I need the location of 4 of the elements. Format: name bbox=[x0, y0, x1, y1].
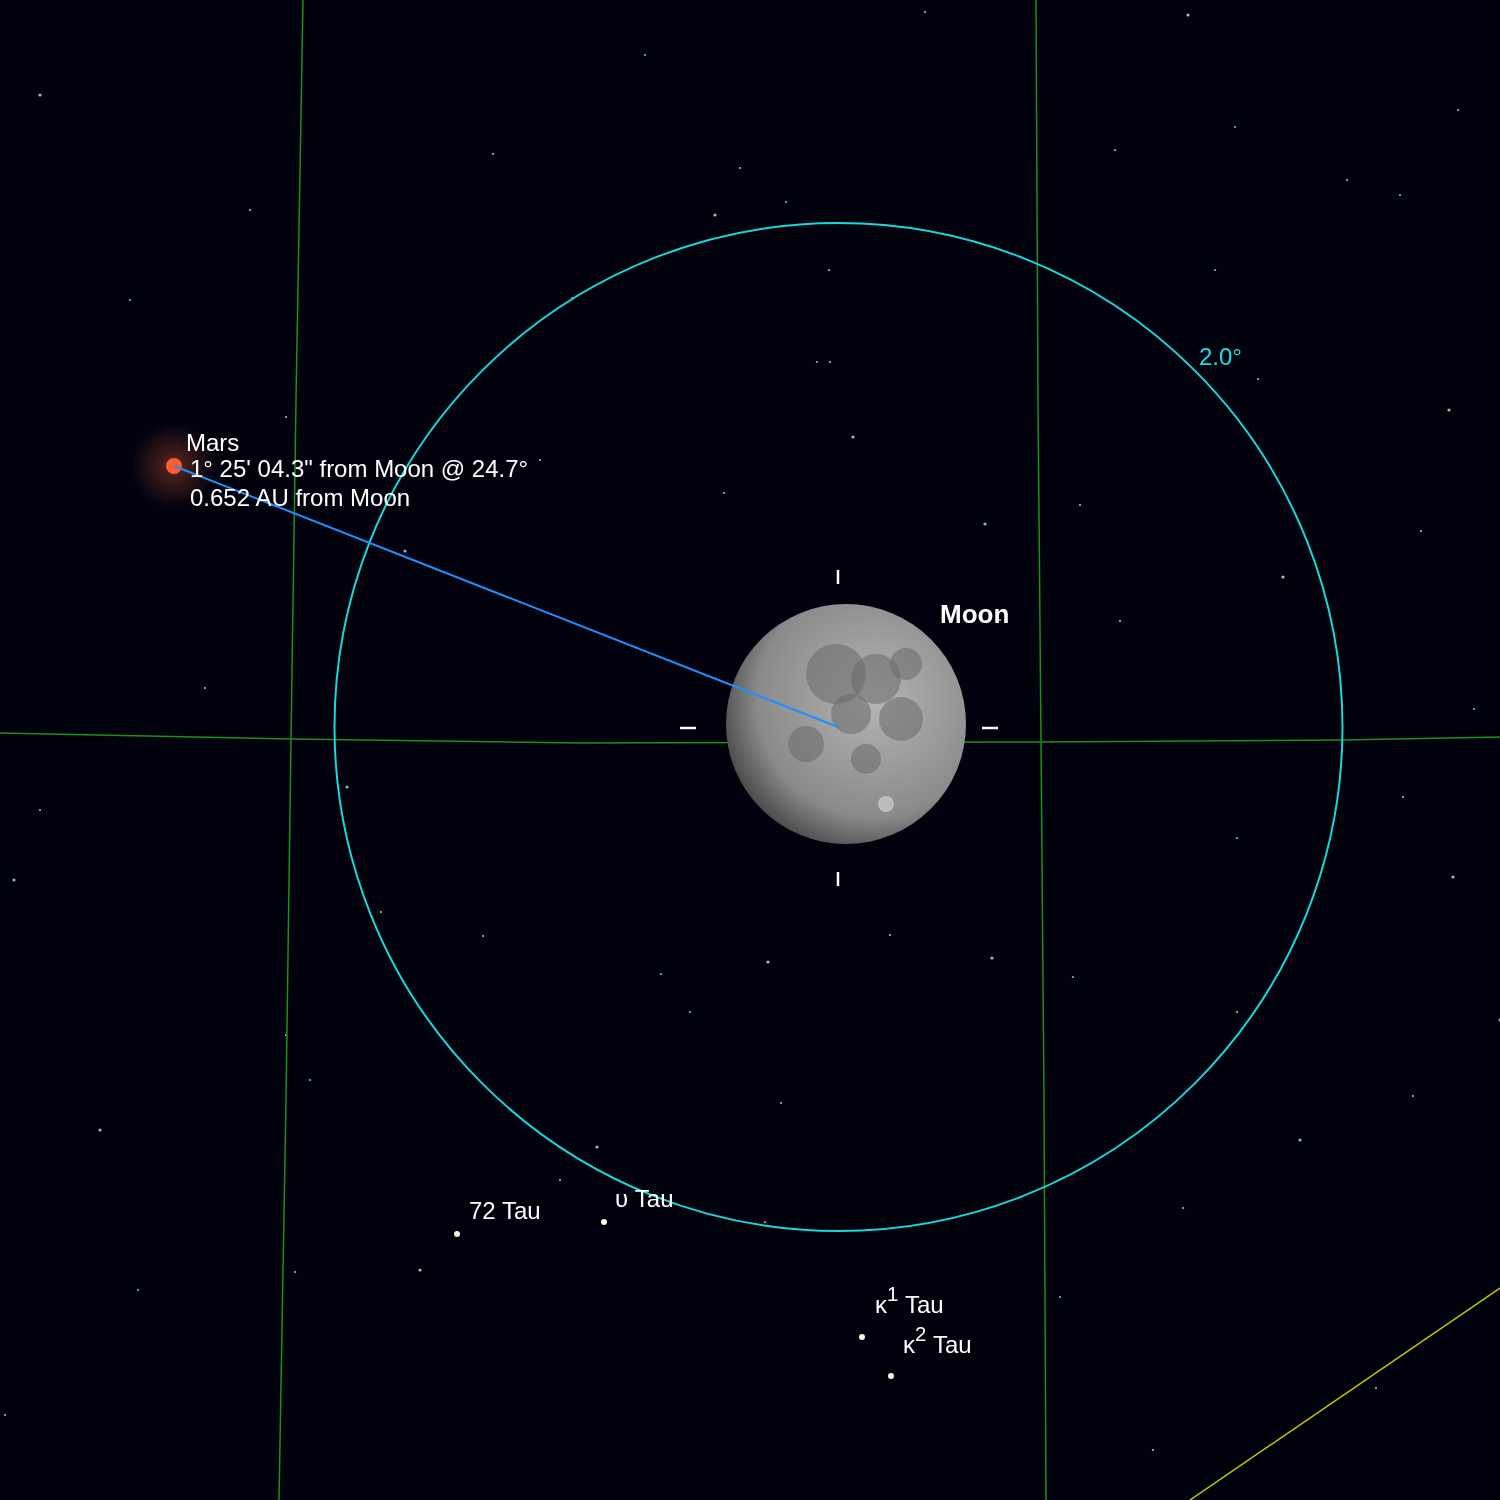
moon-label: Moon bbox=[940, 600, 1010, 629]
star-label: 72 Tau bbox=[469, 1196, 541, 1225]
circle-size-label: 2.0° bbox=[1199, 342, 1242, 371]
planet-label: Mars bbox=[186, 428, 240, 457]
